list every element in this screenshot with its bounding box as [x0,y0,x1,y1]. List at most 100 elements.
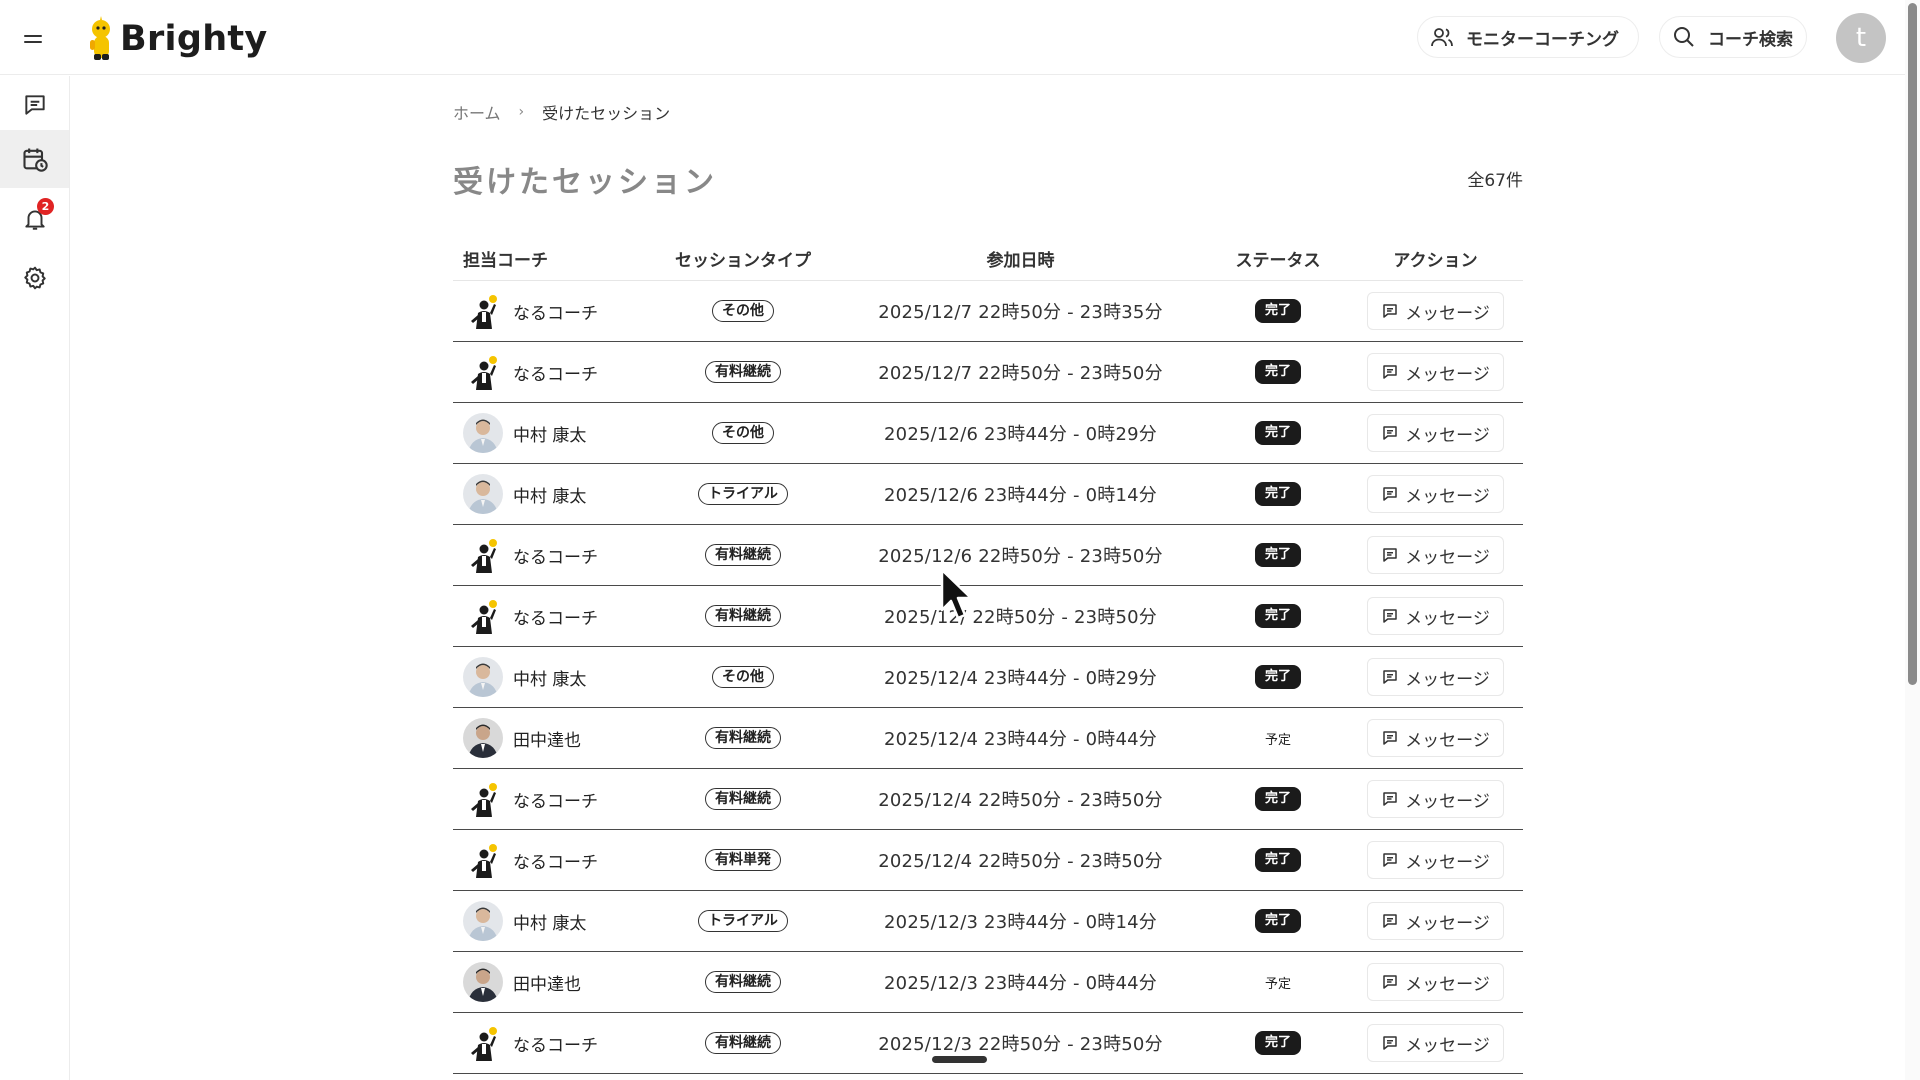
sidebar-item-sessions[interactable] [0,130,69,188]
date-cell: 2025/12/4 23時44分 - 0時44分 [833,725,1208,751]
message-button[interactable]: メッセージ [1367,536,1504,574]
coach-cell[interactable]: 田中達也 [453,718,653,758]
message-button[interactable]: メッセージ [1367,353,1504,391]
header-status: ステータス [1235,250,1321,271]
type-cell: 有料継続 [653,605,833,627]
message-button[interactable]: メッセージ [1367,780,1504,818]
message-button-label: メッセージ [1405,852,1490,873]
message-button[interactable]: メッセージ [1367,414,1504,452]
message-button[interactable]: メッセージ [1367,292,1504,330]
table-row: 中村 康太 トライアル 2025/12/3 23時44分 - 0時14分 完了 メッセー… [453,891,1523,952]
coach-cell[interactable]: 田中達也 [453,962,653,1002]
message-button-label: メッセージ [1405,1035,1490,1056]
sidebar-item-notifications[interactable]: 2 [0,190,69,248]
date-cell: 2025/12/6 22時50分 - 23時50分 [833,542,1208,568]
coach-name: 田中達也 [513,730,581,751]
message-button[interactable]: メッセージ [1367,719,1504,757]
message-button[interactable]: メッセージ [1367,597,1504,635]
breadcrumb-home-link[interactable]: ホーム [453,100,501,124]
message-button-label: メッセージ [1405,974,1490,995]
status-badge: 完了 [1254,848,1301,872]
monitor-coaching-button[interactable]: モニターコーチング [1417,16,1639,58]
action-cell: メッセージ [1348,780,1523,818]
brand-name: Brighty [120,19,268,59]
coach-search-button[interactable]: コーチ検索 [1659,16,1807,58]
sidebar-item-messages[interactable] [0,76,69,134]
type-cell: その他 [653,666,833,688]
coach-cell[interactable]: なるコーチ [453,1023,653,1063]
sidebar-item-settings[interactable] [0,249,69,307]
action-cell: メッセージ [1348,414,1523,452]
page-title: 受けたセッション [453,165,717,200]
coach-cell[interactable]: なるコーチ [453,535,653,575]
session-datetime: 2025/12/3 23時44分 - 0時44分 [884,973,1157,994]
message-button[interactable]: メッセージ [1367,1024,1504,1062]
status-badge: 完了 [1254,421,1301,445]
coach-cell[interactable]: 中村 康太 [453,474,653,514]
session-type-tag: その他 [712,666,774,688]
sidebar: 2 [0,76,70,1080]
session-datetime: 2025/12/7 22時50分 - 23時50分 [878,363,1163,384]
session-type-tag: 有料単発 [705,849,781,871]
menu-icon[interactable] [24,35,42,43]
type-cell: 有料継続 [653,727,833,749]
type-cell: トライアル [653,910,833,932]
message-icon [1383,792,1397,806]
coach-cell[interactable]: なるコーチ [453,596,653,636]
date-cell: 2025/12/4 23時44分 - 0時29分 [833,664,1208,690]
coach-cell[interactable]: なるコーチ [453,779,653,819]
message-icon [1383,609,1397,623]
coach-cell[interactable]: なるコーチ [453,840,653,880]
coach-name: 中村 康太 [513,425,587,446]
status-cell: 完了 [1208,421,1348,445]
date-cell: 2025/12/4 22時50分 - 23時50分 [833,847,1208,873]
table-header: 担当コーチ セッションタイプ 参加日時 ステータス アクション [453,236,1523,281]
status-cell: 完了 [1208,787,1348,811]
header-date: 参加日時 [986,250,1055,271]
coach-avatar [463,901,503,941]
session-type-tag: 有料継続 [705,605,781,627]
action-cell: メッセージ [1348,292,1523,330]
scrollbar-thumb[interactable] [1908,3,1917,685]
message-icon [1383,548,1397,562]
coach-avatar [463,413,503,453]
user-avatar[interactable]: t [1836,13,1886,63]
coach-avatar [463,596,503,636]
status-badge: 予定 [1264,976,1291,992]
session-datetime: 2025/12/ 22時50分 - 23時50分 [884,607,1157,628]
session-datetime: 2025/12/6 23時44分 - 0時14分 [884,485,1157,506]
coach-cell[interactable]: なるコーチ [453,291,653,331]
session-type-tag: 有料継続 [705,361,781,383]
message-icon [1383,914,1397,928]
session-type-tag: 有料継続 [705,788,781,810]
breadcrumb: ホーム › 受けたセッション [453,100,670,124]
status-badge: 完了 [1254,787,1301,811]
action-cell: メッセージ [1348,963,1523,1001]
brighty-logo[interactable]: Brighty [84,14,268,64]
message-button-label: メッセージ [1405,486,1490,507]
table-body: なるコーチ その他 2025/12/7 22時50分 - 23時35分 完了 メッセージ… [453,281,1523,1074]
coach-cell[interactable]: 中村 康太 [453,657,653,697]
page-scrollbar[interactable] [1905,0,1920,1080]
breadcrumb-current: 受けたセッション [542,104,671,123]
monitor-coaching-label: モニターコーチング [1466,29,1619,50]
status-cell: 予定 [1208,969,1348,996]
chat-icon [24,95,45,115]
session-type-tag: 有料継続 [705,971,781,993]
date-cell: 2025/12/3 22時50分 - 23時50分 [833,1030,1208,1056]
message-icon [1383,853,1397,867]
message-button-label: メッセージ [1405,547,1490,568]
status-badge: 完了 [1254,543,1301,567]
message-button[interactable]: メッセージ [1367,841,1504,879]
message-button[interactable]: メッセージ [1367,902,1504,940]
coach-cell[interactable]: 中村 康太 [453,901,653,941]
message-button[interactable]: メッセージ [1367,658,1504,696]
message-button[interactable]: メッセージ [1367,963,1504,1001]
type-cell: 有料継続 [653,544,833,566]
coach-cell[interactable]: なるコーチ [453,352,653,392]
coach-cell[interactable]: 中村 康太 [453,413,653,453]
action-cell: メッセージ [1348,353,1523,391]
message-button[interactable]: メッセージ [1367,475,1504,513]
table-row: なるコーチ 有料継続 2025/12/ 22時50分 - 23時50分 完了 メッセージ [453,586,1523,647]
session-datetime: 2025/12/7 22時50分 - 23時35分 [878,302,1163,323]
